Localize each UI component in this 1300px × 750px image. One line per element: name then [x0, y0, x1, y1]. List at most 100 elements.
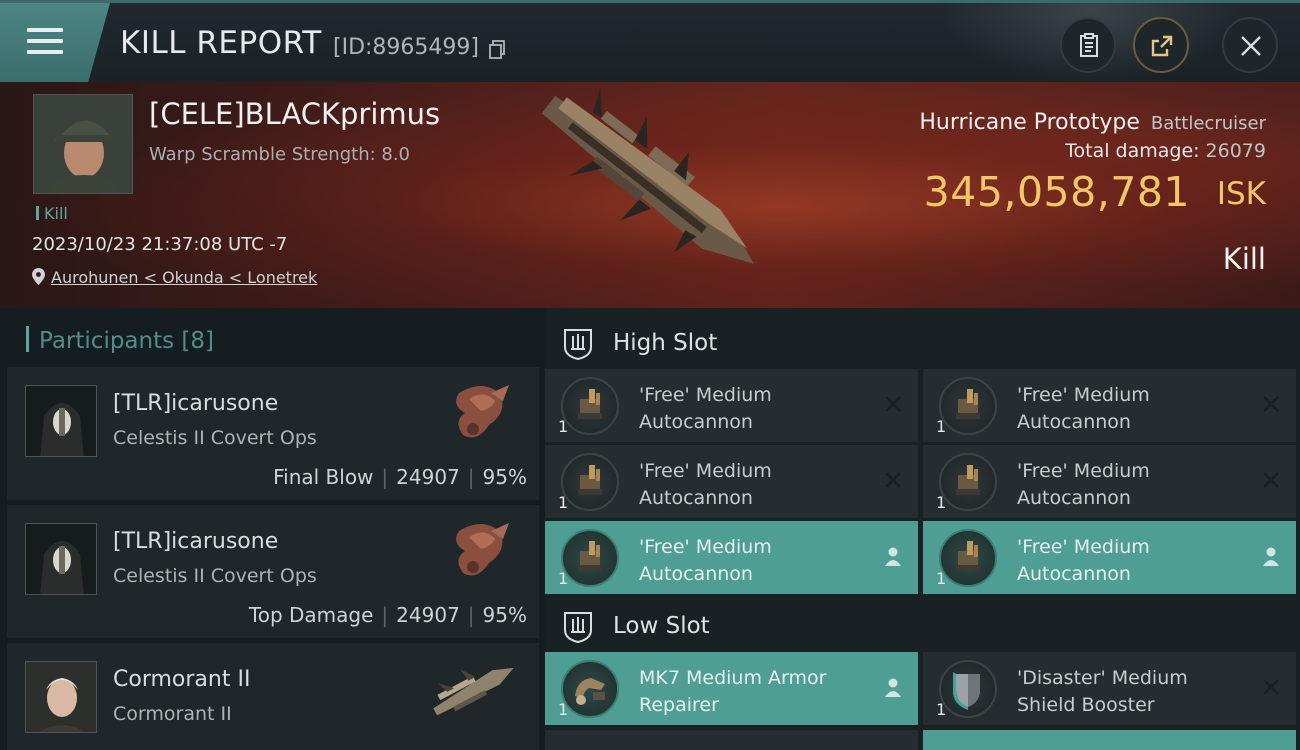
participant-name: [TLR]icarusone [113, 391, 279, 416]
participant-row[interactable]: Cormorant II Cormorant II [7, 643, 539, 750]
slot-item-name: 'Free' Medium Autocannon [639, 384, 772, 433]
fitting-slot-partial[interactable] [923, 730, 1296, 750]
clipboard-button[interactable] [1060, 17, 1116, 73]
fitting-slot[interactable]: 1 'Free' Medium Autocannon [545, 445, 918, 518]
destroyed-x-icon [1263, 396, 1279, 412]
participant-tag: Final Blow [273, 465, 374, 489]
participant-damage: 24907 [396, 465, 460, 489]
participant-portrait [25, 523, 97, 595]
victim-ship-image [541, 86, 754, 264]
high-slot-title: High Slot [613, 330, 718, 356]
header-bar: KILL REPORT [ID:8965499] [0, 0, 1300, 85]
close-icon [1241, 36, 1261, 56]
slot-quantity: 1 [558, 569, 569, 588]
slot-quantity: 1 [558, 493, 569, 512]
participant-name: [TLR]icarusone [113, 529, 279, 554]
shield-booster-icon [939, 660, 997, 718]
fitting-slot[interactable]: 1 'Free' Medium Autocannon [923, 445, 1296, 518]
participant-stats: Top Damage | 24907 | 95% [248, 603, 527, 627]
warp-scramble-strength: Warp Scramble Strength: 8.0 [149, 144, 411, 165]
destroyed-x-icon [1263, 679, 1279, 695]
participant-row[interactable]: [TLR]icarusone Celestis II Covert Ops To… [7, 505, 539, 638]
participant-ship-image [456, 385, 509, 438]
low-slot-header: Low Slot [545, 595, 1300, 655]
participant-percent: 95% [482, 603, 527, 627]
kill-tag: Kill [36, 204, 68, 223]
participant-ship-image [433, 667, 514, 716]
slot-quantity: 1 [936, 569, 947, 588]
participant-portrait [25, 385, 97, 457]
victim-ship-name[interactable]: Hurricane Prototype Battlecruiser [919, 110, 1266, 135]
victim-avatar[interactable] [33, 94, 133, 194]
fitting-slot[interactable]: 1 'Free' Medium Autocannon [545, 521, 918, 594]
isk-value: 345,058,781 [923, 168, 1190, 216]
fitting-slot[interactable]: 1 'Free' Medium Autocannon [923, 521, 1296, 594]
hooded-pilot-icon [26, 524, 96, 594]
close-button[interactable] [1222, 17, 1278, 73]
slot-quantity: 1 [936, 493, 947, 512]
low-slot-title: Low Slot [613, 613, 710, 639]
fitting-slot[interactable]: 1 MK7 Medium Armor Repairer [545, 652, 918, 725]
participants-panel: Participants [8] [TLR]icarusone Celestis… [0, 308, 545, 750]
autocannon-icon [561, 377, 619, 435]
report-id: [ID:8965499] [333, 35, 479, 60]
autocannon-icon [939, 453, 997, 511]
share-button[interactable] [1133, 17, 1189, 73]
participant-row[interactable]: [TLR]icarusone Celestis II Covert Ops Fi… [7, 367, 539, 500]
participants-header: Participants [8] [26, 326, 214, 354]
total-damage-label: Total damage: [1065, 140, 1200, 162]
slot-item-name: 'Free' Medium Autocannon [1017, 384, 1150, 433]
destroyed-x-icon [885, 472, 901, 488]
victim-pilot-name[interactable]: [CELE]BLACKprimus [149, 97, 440, 131]
slot-item-name: 'Free' Medium Autocannon [639, 460, 772, 509]
high-slot-icon [564, 329, 592, 361]
slot-item-name: 'Free' Medium Autocannon [1017, 460, 1150, 509]
participant-damage: 24907 [396, 603, 460, 627]
kill-banner: [CELE]BLACKprimus Warp Scramble Strength… [0, 82, 1300, 308]
slot-item-name: 'Free' Medium Autocannon [1017, 536, 1150, 585]
kill-result-label: Kill [1222, 242, 1266, 276]
menu-button[interactable] [0, 3, 110, 83]
participant-name: Cormorant II [113, 667, 251, 692]
destroyed-x-icon [1263, 472, 1279, 488]
kill-tag-text: Kill [44, 204, 68, 223]
autocannon-icon [939, 529, 997, 587]
menu-icon [27, 28, 63, 54]
fitting-slot[interactable]: 1 'Free' Medium Autocannon [923, 369, 1296, 442]
participant-percent: 95% [482, 465, 527, 489]
participant-ship-image [456, 523, 509, 576]
fitting-panel: High Slot 1 'Free' Medium Autocannon 1 'F… [545, 308, 1300, 750]
total-damage: Total damage: 26079 [1065, 140, 1266, 162]
slot-quantity: 1 [936, 700, 947, 719]
total-damage-value: 26079 [1205, 140, 1266, 162]
participant-ship: Celestis II Covert Ops [113, 427, 317, 449]
fitting-slot[interactable]: 1 'Free' Medium Autocannon [545, 369, 918, 442]
participant-ship: Cormorant II [113, 703, 232, 725]
pilot-portrait-icon [34, 95, 132, 193]
destroyed-x-icon [885, 396, 901, 412]
slot-quantity: 1 [558, 700, 569, 719]
pilot-portrait-icon [26, 662, 96, 732]
fitting-slot[interactable]: 1 'Disaster' Medium Shield Booster [923, 652, 1296, 725]
high-slot-header: High Slot [545, 312, 1300, 372]
participants-label: Participants [39, 328, 175, 354]
kill-timestamp: 2023/10/23 21:37:08 UTC -7 [32, 234, 288, 255]
fitting-slot-partial[interactable] [545, 730, 918, 750]
ship-class-text: Battlecruiser [1150, 113, 1266, 134]
autocannon-icon [561, 529, 619, 587]
autocannon-icon [939, 377, 997, 435]
clipboard-icon [1080, 33, 1098, 57]
page-title: KILL REPORT [120, 25, 322, 61]
kill-location[interactable]: Aurohunen < Okunda < Lonetrek [32, 268, 317, 287]
copy-icon[interactable] [489, 40, 506, 59]
location-pin-icon [32, 268, 45, 285]
autocannon-icon [561, 453, 619, 511]
participants-count: [8] [181, 328, 215, 354]
hooded-pilot-icon [26, 386, 96, 456]
ship-name-text: Hurricane Prototype [919, 110, 1140, 135]
low-slot-icon [564, 612, 592, 644]
location-link[interactable]: Aurohunen < Okunda < Lonetrek [51, 268, 317, 287]
armor-repairer-icon [561, 660, 619, 718]
dropped-person-icon [1263, 547, 1279, 566]
dropped-person-icon [885, 678, 901, 697]
